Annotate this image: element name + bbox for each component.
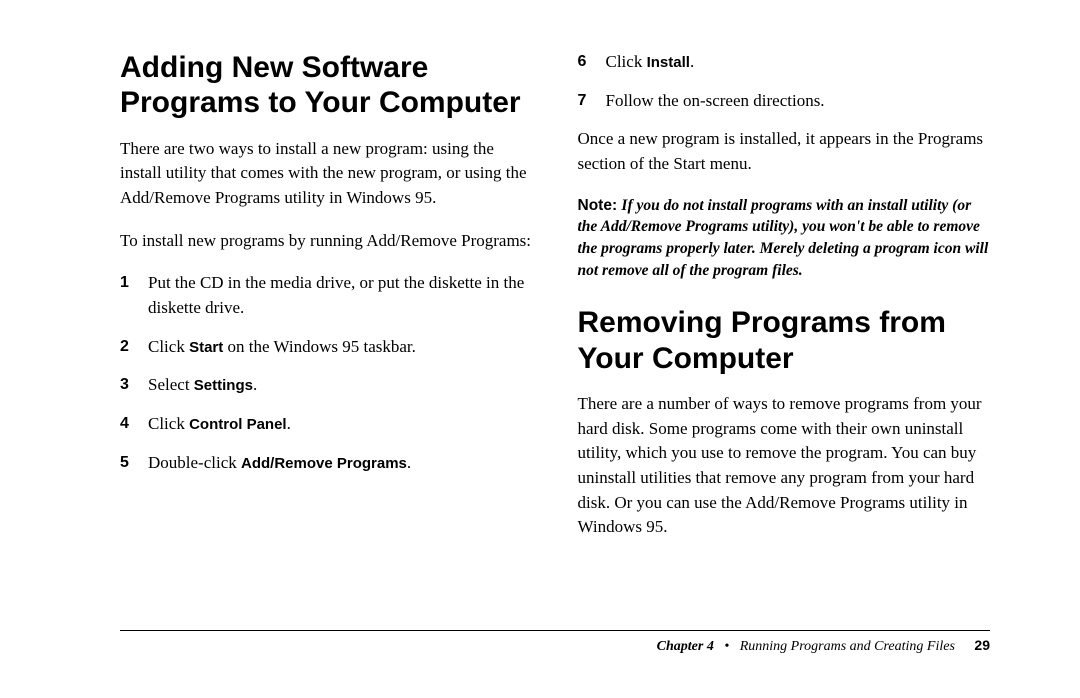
- footer: Chapter 4 • Running Programs and Creatin…: [120, 630, 990, 655]
- note-body: If you do not install programs with an i…: [578, 197, 989, 279]
- step-number: 3: [120, 373, 148, 396]
- footer-title: Running Programs and Creating Files: [740, 639, 955, 654]
- footer-rule: [120, 630, 990, 631]
- note-paragraph: Note: If you do not install programs wit…: [578, 195, 991, 282]
- note-label: Note:: [578, 197, 622, 214]
- step-text: Click Start on the Windows 95 taskbar.: [148, 335, 533, 360]
- step-number: 2: [120, 335, 148, 358]
- list-item: 7 Follow the on-screen directions.: [578, 89, 991, 114]
- list-item: 6 Click Install.: [578, 50, 991, 75]
- result-paragraph: Once a new program is installed, it appe…: [578, 127, 991, 176]
- step-text: Double-click Add/Remove Programs.: [148, 451, 533, 476]
- removing-paragraph: There are a number of ways to remove pro…: [578, 392, 991, 540]
- list-item: 3 Select Settings.: [120, 373, 533, 398]
- page-number: 29: [974, 637, 990, 653]
- step-number: 6: [578, 50, 606, 73]
- list-item: 4 Click Control Panel.: [120, 412, 533, 437]
- step-text: Click Install.: [606, 50, 991, 75]
- step-text: Put the CD in the media drive, or put th…: [148, 271, 533, 320]
- step-text: Click Control Panel.: [148, 412, 533, 437]
- left-column: Adding New Software Programs to Your Com…: [120, 50, 533, 558]
- intro-paragraph: There are two ways to install a new prog…: [120, 137, 533, 211]
- steps-list-left: 1 Put the CD in the media drive, or put …: [120, 271, 533, 475]
- right-column: 6 Click Install. 7 Follow the on-screen …: [578, 50, 991, 558]
- steps-list-right: 6 Click Install. 7 Follow the on-screen …: [578, 50, 991, 113]
- step-number: 4: [120, 412, 148, 435]
- step-number: 5: [120, 451, 148, 474]
- step-number: 7: [578, 89, 606, 112]
- step-number: 1: [120, 271, 148, 294]
- list-item: 1 Put the CD in the media drive, or put …: [120, 271, 533, 320]
- heading-removing-programs: Removing Programs from Your Computer: [578, 305, 991, 376]
- step-text: Select Settings.: [148, 373, 533, 398]
- list-item: 5 Double-click Add/Remove Programs.: [120, 451, 533, 476]
- list-item: 2 Click Start on the Windows 95 taskbar.: [120, 335, 533, 360]
- step-text: Follow the on-screen directions.: [606, 89, 991, 114]
- lead-in-paragraph: To install new programs by running Add/R…: [120, 229, 533, 254]
- heading-adding-software: Adding New Software Programs to Your Com…: [120, 50, 533, 121]
- footer-chapter: Chapter 4: [657, 639, 714, 654]
